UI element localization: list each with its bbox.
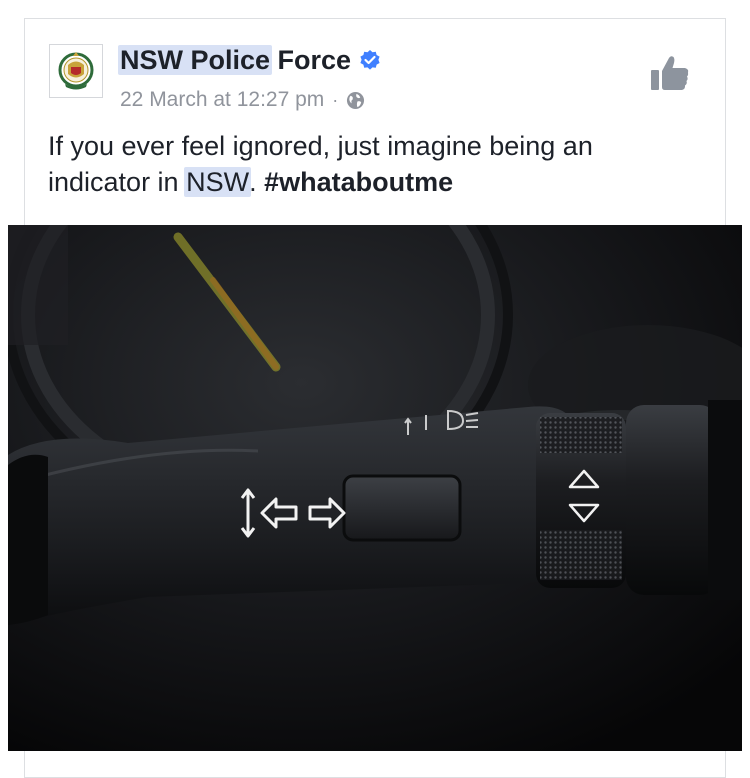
- thumbs-up-icon: [651, 56, 689, 90]
- car-indicator-stalk-photo: [8, 225, 742, 751]
- message-text-after: .: [249, 167, 265, 197]
- post-timestamp[interactable]: 22 March at 12:27 pm: [120, 88, 324, 112]
- author-name[interactable]: NSW Police Force: [118, 42, 352, 78]
- post-photo[interactable]: [8, 225, 742, 751]
- message-highlight-nsw: NSW: [184, 167, 252, 197]
- page-avatar[interactable]: [49, 44, 103, 98]
- post-meta: 22 March at 12:27 pm ·: [120, 86, 365, 114]
- post-message-line-2: indicator in NSW. #whataboutme: [48, 164, 708, 200]
- hashtag-link[interactable]: #whataboutme: [264, 167, 453, 197]
- post-message: If you ever feel ignored, just imagine b…: [48, 128, 708, 200]
- like-button[interactable]: [648, 52, 692, 94]
- message-text-before: indicator in: [48, 167, 187, 197]
- author-line: NSW Police Force: [118, 42, 381, 78]
- meta-separator: ·: [332, 89, 339, 110]
- globe-icon[interactable]: [346, 91, 365, 110]
- post-message-line-1: If you ever feel ignored, just imagine b…: [48, 131, 593, 161]
- author-name-highlight: NSW Police: [118, 45, 273, 75]
- author-name-rest: Force: [270, 45, 352, 75]
- verified-badge-icon: [359, 49, 381, 71]
- police-crest-icon: [58, 52, 94, 90]
